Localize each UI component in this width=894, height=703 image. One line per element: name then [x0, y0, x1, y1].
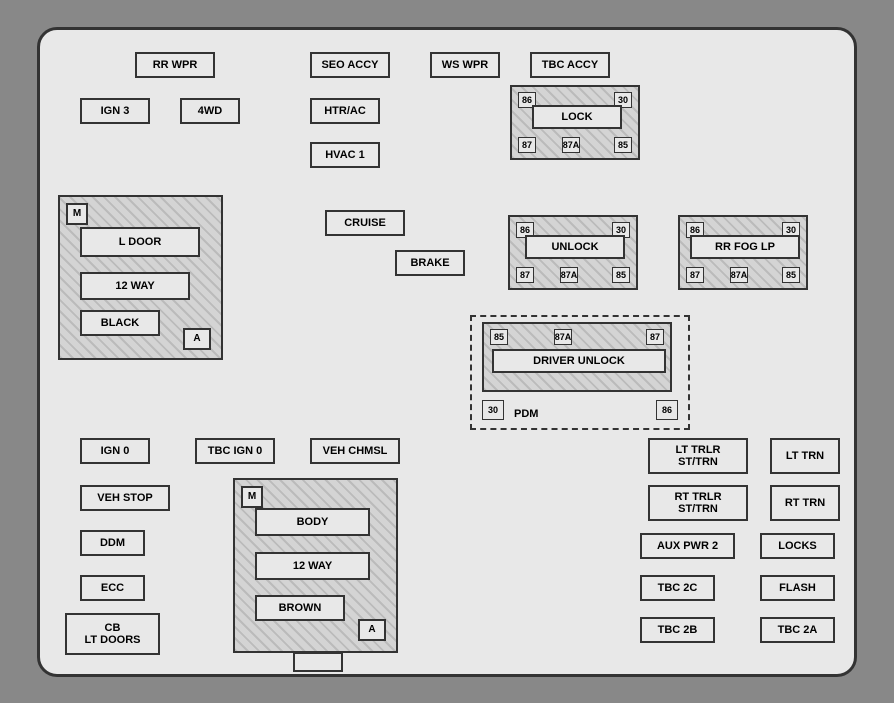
tbc-ign0-label: TBC IGN 0 [208, 445, 262, 457]
fuse-rr-wpr: RR WPR [135, 52, 215, 78]
fuse-veh-chmsl: VEH CHMSL [310, 438, 400, 464]
l-door-label: L DOOR [80, 227, 200, 257]
lock-pin-87a: 87A [562, 137, 580, 153]
tbc-2c-label: TBC 2C [658, 582, 698, 594]
fuse-hvac1: HVAC 1 [310, 142, 380, 168]
black-label: BLACK [80, 310, 160, 336]
connector-l-door: M L DOOR 12 WAY BLACK A [58, 195, 223, 360]
fuse-ign3: IGN 3 [80, 98, 150, 124]
driver-unlock-pin-87a: 87A [554, 329, 572, 345]
body-connector-m-pin: M [241, 486, 263, 508]
fuse-cb-lt-doors: CB LT DOORS [65, 613, 160, 655]
ign3-label: IGN 3 [101, 105, 130, 117]
ign0-label: IGN 0 [101, 445, 130, 457]
fuse-seo-accy: SEO ACCY [310, 52, 390, 78]
cruise-label: CRUISE [344, 217, 386, 229]
connector-body: M BODY 12 WAY BROWN A [233, 478, 398, 653]
ecc-label: ECC [101, 582, 124, 594]
fuse-flash: FLASH [760, 575, 835, 601]
lock-pin-87: 87 [518, 137, 536, 153]
veh-stop-label: VEH STOP [97, 492, 152, 504]
fuse-tbc-ign0: TBC IGN 0 [195, 438, 275, 464]
aux-pwr2-label: AUX PWR 2 [657, 540, 718, 552]
fuse-aux-pwr2: AUX PWR 2 [640, 533, 735, 559]
locks-label: LOCKS [778, 540, 817, 552]
pdm-pin-30: 30 [482, 400, 504, 420]
unlock-pin-87a: 87A [560, 267, 578, 283]
tbc-accy-label: TBC ACCY [542, 59, 598, 71]
fuse-cruise: CRUISE [325, 210, 405, 236]
bottom-tab [293, 652, 343, 672]
fuse-locks: LOCKS [760, 533, 835, 559]
fuse-rt-trn: RT TRN [770, 485, 840, 521]
fog-pin-87a: 87A [730, 267, 748, 283]
pdm-container: 85 87A 87 DRIVER UNLOCK 30 PDM 86 [470, 315, 690, 430]
unlock-pin-85: 85 [612, 267, 630, 283]
cb-lt-doors-label: CB LT DOORS [84, 622, 140, 646]
fuse-brake: BRAKE [395, 250, 465, 276]
fuse-lt-trlr-st-trn: LT TRLR ST/TRN [648, 438, 748, 474]
fuse-ws-wpr: WS WPR [430, 52, 500, 78]
rt-trn-label: RT TRN [785, 497, 825, 509]
body-connector-a-pin: A [358, 619, 386, 641]
fuse-htr-ac: HTR/AC [310, 98, 380, 124]
relay-driver-unlock-container: 85 87A 87 DRIVER UNLOCK [482, 322, 672, 392]
hvac1-label: HVAC 1 [325, 149, 365, 161]
fog-pin-87: 87 [686, 267, 704, 283]
fog-pin-85: 85 [782, 267, 800, 283]
relay-driver-unlock-label: DRIVER UNLOCK [492, 349, 666, 373]
brown-label: BROWN [255, 595, 345, 621]
fuse-tbc-2b: TBC 2B [640, 617, 715, 643]
connector-m-pin: M [66, 203, 88, 225]
fuse-rt-trlr-st-trn: RT TRLR ST/TRN [648, 485, 748, 521]
ws-wpr-label: WS WPR [442, 59, 488, 71]
pdm-dash-label: PDM [514, 408, 538, 420]
fuse-ddm: DDM [80, 530, 145, 556]
12way-top-label: 12 WAY [80, 272, 190, 300]
seo-accy-label: SEO ACCY [321, 59, 378, 71]
htr-ac-label: HTR/AC [324, 105, 366, 117]
rt-trlr-st-trn-label: RT TRLR ST/TRN [674, 491, 721, 515]
relay-rr-fog-container: 86 30 RR FOG LP 87 87A 85 [678, 215, 808, 290]
fuse-veh-stop: VEH STOP [80, 485, 170, 511]
fuse-tbc-accy: TBC ACCY [530, 52, 610, 78]
relay-rr-fog-label: RR FOG LP [690, 235, 800, 259]
4wd-label: 4WD [198, 105, 222, 117]
connector-a-pin-top: A [183, 328, 211, 350]
fuse-lt-trn: LT TRN [770, 438, 840, 474]
relay-lock-container: 86 30 LOCK 87 87A 85 [510, 85, 640, 160]
tbc-2a-label: TBC 2A [778, 624, 818, 636]
relay-unlock-container: 86 30 UNLOCK 87 87A 85 [508, 215, 638, 290]
fuse-4wd: 4WD [180, 98, 240, 124]
tbc-2b-label: TBC 2B [658, 624, 698, 636]
fuse-ecc: ECC [80, 575, 145, 601]
veh-chmsl-label: VEH CHMSL [323, 445, 388, 457]
fuse-box-diagram: RR WPR SEO ACCY WS WPR TBC ACCY IGN 3 4W… [37, 27, 857, 677]
lt-trlr-st-trn-label: LT TRLR ST/TRN [675, 444, 720, 468]
driver-unlock-pin-85: 85 [490, 329, 508, 345]
fuse-tbc-2a: TBC 2A [760, 617, 835, 643]
relay-unlock-label: UNLOCK [525, 235, 625, 259]
fuse-tbc-2c: TBC 2C [640, 575, 715, 601]
fuse-ign0: IGN 0 [80, 438, 150, 464]
flash-label: FLASH [779, 582, 816, 594]
relay-lock-label: LOCK [532, 105, 622, 129]
rr-wpr-label: RR WPR [153, 59, 198, 71]
lt-trn-label: LT TRN [786, 450, 824, 462]
lock-pin-85: 85 [614, 137, 632, 153]
pdm-pin-86: 86 [656, 400, 678, 420]
unlock-pin-87: 87 [516, 267, 534, 283]
brake-label: BRAKE [410, 257, 449, 269]
12way-bot-label: 12 WAY [255, 552, 370, 580]
body-label: BODY [255, 508, 370, 536]
ddm-label: DDM [100, 537, 125, 549]
driver-unlock-pin-87: 87 [646, 329, 664, 345]
